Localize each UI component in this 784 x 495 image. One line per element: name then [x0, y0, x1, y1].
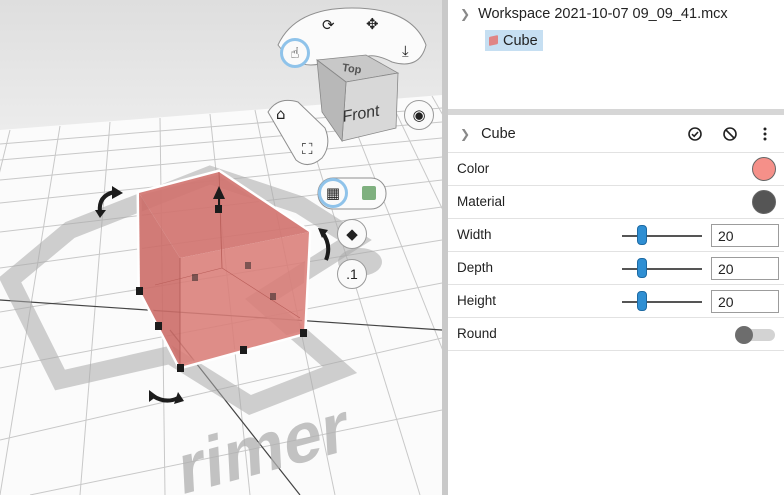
material-label: Material	[457, 194, 506, 209]
cube-icon	[489, 35, 498, 46]
home-icon[interactable]: ⌂	[276, 107, 286, 122]
3d-viewport[interactable]: rimer Top Front ⟳ ✥ ☝ ⤓ ⌂ ⛶ ◉ ▦ ◆ .1	[0, 0, 442, 495]
pointer-icon: ☝	[290, 43, 300, 62]
tree-root[interactable]: ❯ Workspace 2021-10-07 09_09_41.mcx	[460, 6, 728, 22]
shape-icon: ◆	[346, 224, 358, 243]
depth-slider[interactable]	[622, 268, 702, 270]
pointer-tool-button[interactable]: ☝	[280, 38, 310, 68]
material-swatch[interactable]	[752, 190, 776, 214]
scene-tree: ❯ Workspace 2021-10-07 09_09_41.mcx Cube	[448, 0, 784, 109]
tree-item-cube[interactable]: Cube	[485, 30, 543, 51]
more-vert-icon[interactable]	[755, 124, 775, 144]
width-slider-thumb[interactable]	[637, 225, 647, 245]
disc-icon: ◉	[412, 105, 426, 124]
property-row-width: Width	[448, 219, 784, 252]
depth-input[interactable]	[711, 257, 779, 280]
hide-icon[interactable]	[720, 124, 740, 144]
scene-canvas[interactable]: rimer Top Front	[0, 0, 442, 495]
chevron-right-icon[interactable]: ❯	[460, 127, 470, 141]
height-slider-thumb[interactable]	[637, 291, 647, 311]
move-icon[interactable]: ✥	[366, 17, 379, 32]
width-input[interactable]	[711, 224, 779, 247]
tree-item-label: Cube	[503, 32, 538, 49]
property-row-color: Color	[448, 153, 784, 186]
height-input[interactable]	[711, 290, 779, 313]
cube-icon[interactable]	[362, 186, 376, 200]
right-panel: ❯ Workspace 2021-10-07 09_09_41.mcx Cube…	[448, 0, 784, 495]
grid-toggle-button[interactable]: ▦	[318, 178, 348, 208]
check-circle-icon[interactable]	[685, 124, 705, 144]
color-label: Color	[457, 161, 490, 176]
property-row-round: Round	[448, 318, 784, 351]
property-row-height: Height	[448, 285, 784, 318]
height-label: Height	[457, 293, 497, 308]
shape-button[interactable]: ◆	[337, 219, 367, 249]
color-swatch[interactable]	[752, 157, 776, 181]
orbit-icon[interactable]: ⟳	[322, 18, 335, 33]
drop-to-floor-icon[interactable]: ⤓	[402, 44, 409, 59]
round-toggle-knob[interactable]	[735, 326, 753, 344]
depth-label: Depth	[457, 260, 494, 275]
snap-label: .1	[346, 266, 358, 282]
grid-icon: ▦	[325, 183, 341, 202]
fit-view-icon[interactable]: ⛶	[302, 142, 313, 157]
properties-panel: ❯ Cube Color Material Width 20 Depth 20 …	[448, 115, 784, 495]
depth-slider-thumb[interactable]	[637, 258, 647, 278]
width-slider[interactable]	[622, 235, 702, 237]
property-row-material: Material	[448, 186, 784, 219]
snap-button[interactable]: .1	[337, 259, 367, 289]
height-slider[interactable]	[622, 301, 702, 303]
workspace-name: Workspace 2021-10-07 09_09_41.mcx	[478, 6, 728, 22]
width-label: Width	[457, 227, 492, 242]
top-view-button[interactable]: ◉	[404, 100, 434, 130]
properties-title: Cube	[481, 125, 516, 142]
chevron-right-icon[interactable]: ❯	[460, 7, 470, 21]
round-label: Round	[457, 326, 497, 341]
property-row-depth: Depth	[448, 252, 784, 285]
